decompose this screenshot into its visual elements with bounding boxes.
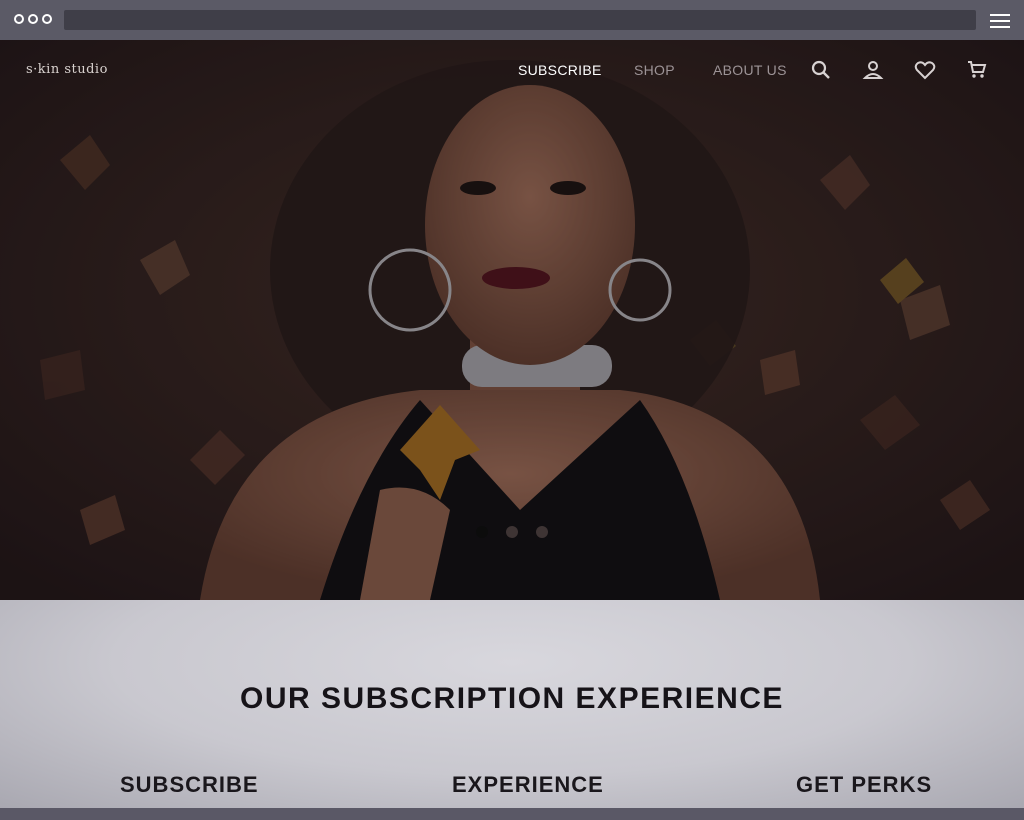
cart-icon[interactable]: [965, 58, 989, 82]
address-bar[interactable]: [64, 10, 976, 30]
browser-bottom-bar: [0, 808, 1024, 820]
carousel-dot-3[interactable]: [536, 526, 548, 538]
window-controls: [14, 14, 52, 24]
nav-shop[interactable]: SHOP: [634, 62, 675, 78]
hero-banner: s·kin studio SUBSCRIBE SHOP ABOUT US: [0, 40, 1024, 600]
hero-overlay: [0, 40, 1024, 600]
nav-subscribe[interactable]: SUBSCRIBE: [518, 62, 602, 78]
column-title-subscribe: SUBSCRIBE: [120, 772, 259, 797]
section-title: OUR SUBSCRIPTION EXPERIENCE: [240, 682, 784, 715]
heart-icon[interactable]: [913, 58, 937, 82]
site-logo[interactable]: s·kin studio: [26, 62, 108, 77]
window-control-close[interactable]: [14, 14, 24, 24]
hamburger-menu-icon[interactable]: [990, 14, 1010, 28]
carousel-dot-1[interactable]: [476, 526, 488, 538]
subscription-section: OUR SUBSCRIPTION EXPERIENCE SUBSCRIBE EX…: [0, 600, 1024, 808]
window-control-maximize[interactable]: [42, 14, 52, 24]
carousel-dot-2[interactable]: [506, 526, 518, 538]
nav-about-us[interactable]: ABOUT US: [713, 62, 787, 78]
account-icon[interactable]: [861, 58, 885, 82]
window-control-minimize[interactable]: [28, 14, 38, 24]
column-title-experience: EXPERIENCE: [452, 772, 604, 797]
column-title-get-perks: GET PERKS: [796, 772, 933, 797]
browser-toolbar: [0, 0, 1024, 40]
search-icon[interactable]: [809, 58, 833, 82]
carousel-indicators: [476, 526, 548, 538]
